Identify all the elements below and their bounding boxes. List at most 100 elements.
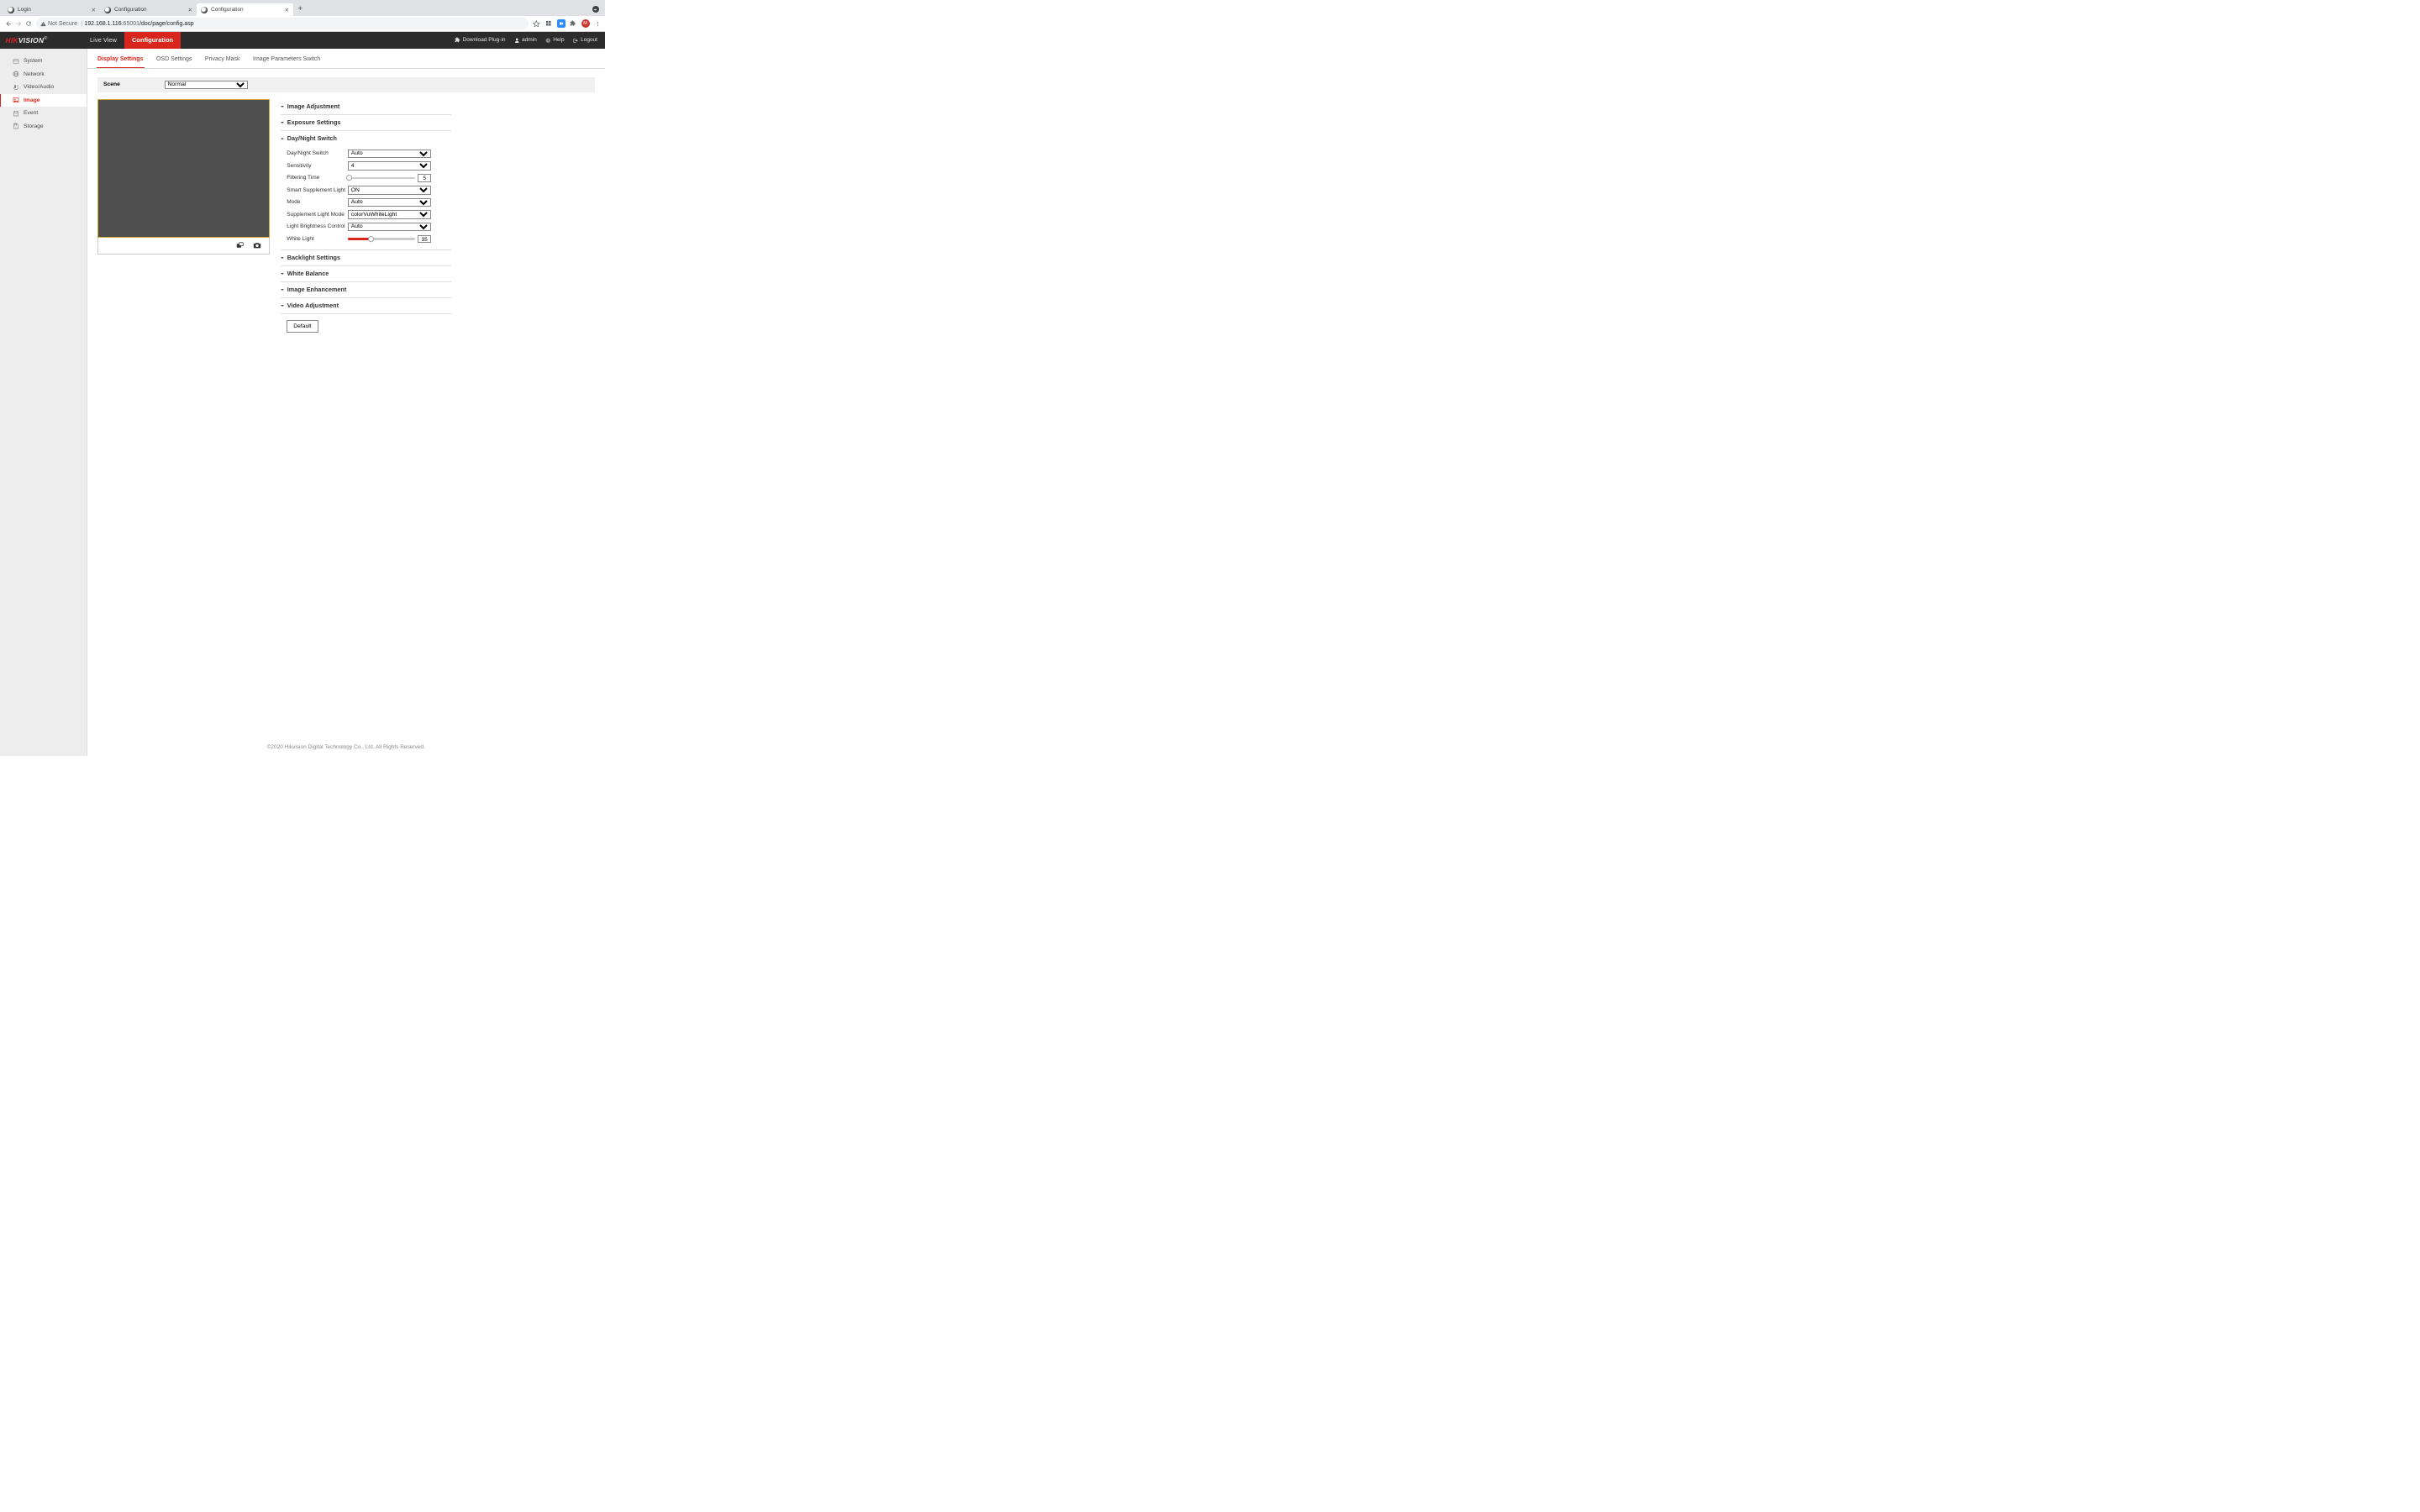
url-field[interactable]: Not Secure | 192.168.1.116:65001/doc/pag…	[36, 18, 529, 29]
fullscreen-icon[interactable]	[236, 242, 244, 250]
light-brightness-control-label: Light Brightness Control	[287, 223, 348, 229]
sidebar-item-storage[interactable]: Storage	[0, 120, 87, 134]
section-backlight-settings[interactable]: Backlight Settings	[281, 250, 451, 265]
footer-copyright: ©2020 Hikvision Digital Technology Co., …	[87, 744, 606, 750]
subtab-privacy-mask[interactable]: Privacy Mask	[203, 53, 241, 68]
section-video-adjustment[interactable]: Video Adjustment	[281, 298, 451, 313]
supplement-light-mode-select[interactable]: colorVuWhiteLight	[348, 210, 431, 219]
sidebar-item-system[interactable]: System	[0, 55, 87, 68]
brand-logo: HIKVISION®	[0, 36, 53, 45]
sidebar-item-video-audio[interactable]: Video/Audio	[0, 81, 87, 94]
subtab-osd-settings[interactable]: OSD Settings	[155, 53, 192, 68]
chevron-down-icon	[281, 305, 284, 307]
preview-toolbar	[97, 238, 270, 255]
section-white-balance[interactable]: White Balance	[281, 266, 451, 281]
address-bar: Not Secure | 192.168.1.116:65001/doc/pag…	[0, 16, 605, 32]
section-image-adjustment[interactable]: Image Adjustment	[281, 99, 451, 114]
scene-bar: Scene Normal	[97, 77, 595, 93]
chevron-down-icon	[281, 106, 284, 108]
user-menu[interactable]: admin	[514, 37, 537, 43]
sensitivity-select[interactable]: 4	[348, 161, 431, 171]
filtering-time-label: Filtering Time	[287, 175, 348, 181]
day-night-switch-select[interactable]: Auto	[348, 150, 431, 159]
browser-tab[interactable]: Configuration ✕	[197, 3, 293, 16]
supplement-light-mode-label: Supplement Light Mode	[287, 212, 348, 218]
favicon-icon	[8, 7, 14, 13]
subtab-image-parameters-switch[interactable]: Image Parameters Switch	[252, 53, 322, 68]
nav-live-view[interactable]: Live View	[82, 32, 124, 49]
tab-close-icon[interactable]: ✕	[87, 7, 96, 13]
chevron-down-icon	[281, 122, 284, 123]
mode-label: Mode	[287, 199, 348, 205]
white-light-slider[interactable]	[348, 238, 415, 240]
nav-configuration[interactable]: Configuration	[124, 32, 181, 49]
profile-avatar[interactable]: M	[581, 19, 590, 28]
subtab-display-settings[interactable]: Display Settings	[97, 53, 145, 68]
slider-thumb[interactable]	[368, 236, 374, 242]
back-button[interactable]	[3, 18, 13, 29]
star-icon[interactable]	[533, 19, 541, 28]
incognito-icon[interactable]	[592, 6, 599, 13]
zoom-extension-icon[interactable]	[557, 19, 566, 28]
scene-select[interactable]: Normal	[165, 81, 249, 90]
chevron-down-icon	[281, 289, 284, 291]
sidebar: System Network Video/Audio Image Event S…	[0, 49, 87, 757]
sensitivity-label: Sensitivity	[287, 163, 348, 169]
section-image-enhancement[interactable]: Image Enhancement	[281, 282, 451, 297]
settings-accordion: Image Adjustment Exposure Settings Day/N…	[281, 99, 451, 333]
tab-strip: Login ✕ Configuration ✕ Configuration ✕ …	[0, 0, 605, 16]
app-header: HIKVISION® Live View Configuration Downl…	[0, 32, 605, 49]
tab-title: Configuration	[114, 7, 147, 13]
menu-icon[interactable]	[593, 19, 602, 28]
chevron-up-icon	[281, 137, 284, 139]
filtering-time-value[interactable]: 5	[418, 174, 431, 182]
avatar-letter: M	[583, 21, 587, 26]
url-path: /doc/page/config.asp	[139, 21, 194, 27]
main-nav: Live View Configuration	[82, 32, 181, 49]
browser-chrome: Login ✕ Configuration ✕ Configuration ✕ …	[0, 0, 605, 32]
tab-close-icon[interactable]: ✕	[281, 7, 289, 13]
favicon-icon	[104, 7, 111, 13]
new-tab-button[interactable]: +	[298, 4, 303, 15]
logout-button[interactable]: Logout	[573, 37, 597, 43]
content-area: Display Settings OSD Settings Privacy Ma…	[87, 49, 606, 757]
light-brightness-control-select[interactable]: Auto	[348, 223, 431, 232]
tab-title: Login	[18, 7, 31, 13]
tab-title: Configuration	[211, 7, 244, 13]
default-button[interactable]: Default	[287, 320, 318, 333]
section-exposure-settings[interactable]: Exposure Settings	[281, 115, 451, 130]
reload-button[interactable]	[24, 18, 34, 29]
browser-tab[interactable]: Configuration ✕	[100, 3, 197, 16]
smart-supplement-light-label: Smart Supplement Light	[287, 187, 348, 193]
smart-supplement-light-select[interactable]: ON	[348, 186, 431, 195]
day-night-switch-label: Day/Night Switch	[287, 150, 348, 156]
help-button[interactable]: ? Help	[545, 37, 565, 43]
url-port: :65001	[122, 21, 139, 27]
video-preview	[97, 99, 270, 239]
section-day-night-switch[interactable]: Day/Night Switch	[281, 131, 451, 146]
mode-select[interactable]: Auto	[348, 198, 431, 207]
separator: |	[82, 21, 83, 27]
download-plugin-button[interactable]: Download Plug-in	[455, 37, 506, 43]
subtab-bar: Display Settings OSD Settings Privacy Ma…	[87, 49, 606, 69]
white-light-value[interactable]: 35	[418, 235, 431, 244]
sidebar-item-event[interactable]: Event	[0, 107, 87, 120]
extensions-icon[interactable]	[569, 19, 577, 28]
sidebar-item-image[interactable]: Image	[0, 94, 87, 108]
favicon-icon	[201, 7, 208, 13]
scene-label: Scene	[103, 81, 165, 87]
security-label: Not Secure	[48, 21, 77, 27]
snapshot-icon[interactable]	[253, 241, 261, 250]
browser-tab[interactable]: Login ✕	[3, 3, 100, 16]
filtering-time-slider[interactable]	[348, 177, 415, 180]
chevron-down-icon	[281, 257, 284, 259]
url-host: 192.168.1.116	[84, 21, 121, 27]
forward-button[interactable]	[13, 18, 24, 29]
white-light-label: White Light	[287, 236, 348, 242]
tab-close-icon[interactable]: ✕	[184, 7, 192, 13]
not-secure-indicator[interactable]: Not Secure	[40, 21, 78, 27]
chevron-down-icon	[281, 273, 284, 275]
slider-thumb[interactable]	[346, 175, 352, 181]
sidebar-item-network[interactable]: Network	[0, 68, 87, 81]
apps-icon[interactable]	[544, 19, 553, 28]
